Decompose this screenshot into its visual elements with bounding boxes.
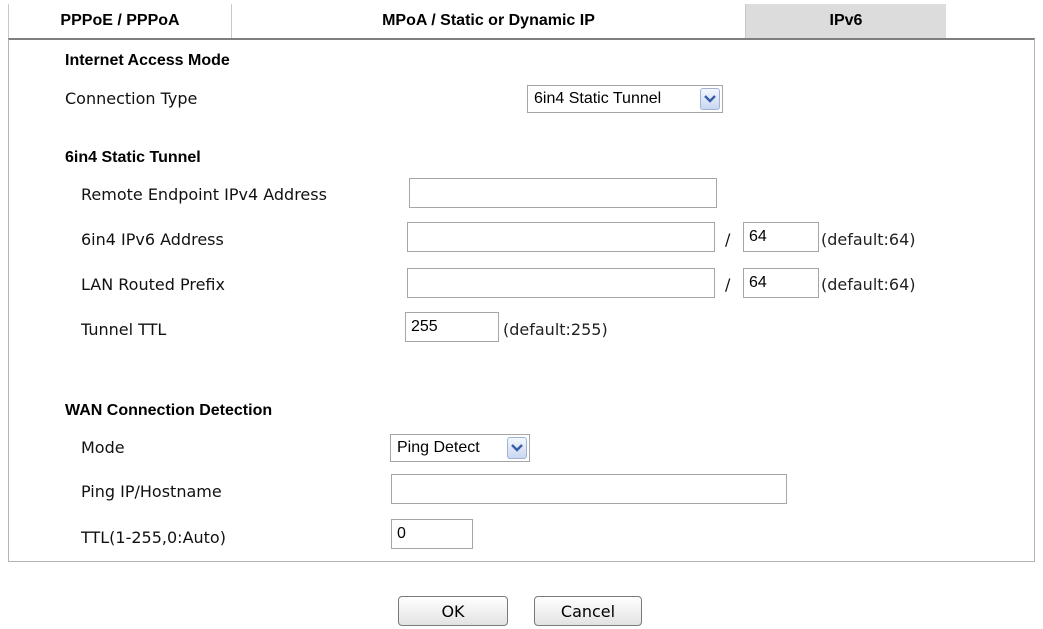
- tunnel-ttl-default-hint: (default:255): [503, 320, 608, 339]
- connection-type-label: Connection Type: [65, 89, 198, 108]
- lan-prefix-default-hint: (default:64): [821, 275, 916, 294]
- ipv6-address-input[interactable]: [407, 222, 715, 252]
- ping-host-label: Ping IP/Hostname: [81, 482, 222, 501]
- connection-type-value: 6in4 Static Tunnel: [534, 90, 662, 107]
- detection-mode-value: Ping Detect: [397, 439, 480, 456]
- tab-pppoe-pppoa[interactable]: PPPoE / PPPoA: [8, 4, 232, 38]
- internet-access-mode-heading: Internet Access Mode: [65, 52, 230, 69]
- detection-mode-select[interactable]: Ping Detect: [390, 434, 530, 462]
- ipv6-address-label: 6in4 IPv6 Address: [81, 230, 224, 249]
- ping-host-input[interactable]: [391, 474, 787, 504]
- ipv6-prefix-length-input[interactable]: [743, 222, 819, 252]
- remote-endpoint-label: Remote Endpoint IPv4 Address: [81, 185, 327, 204]
- tunnel-ttl-label: Tunnel TTL: [81, 320, 167, 339]
- remote-endpoint-input[interactable]: [409, 178, 717, 208]
- ok-button[interactable]: OK: [398, 596, 508, 626]
- lan-prefix-length-input[interactable]: [743, 268, 819, 298]
- cancel-button[interactable]: Cancel: [534, 596, 642, 626]
- tab-mpoa-static-dynamic[interactable]: MPoA / Static or Dynamic IP: [232, 4, 746, 38]
- detection-ttl-label: TTL(1-255,0:Auto): [81, 528, 226, 547]
- ipv6-prefix-default-hint: (default:64): [821, 230, 916, 249]
- connection-type-select[interactable]: 6in4 Static Tunnel: [527, 85, 723, 113]
- detection-mode-label: Mode: [81, 438, 125, 457]
- lan-prefix-input[interactable]: [407, 268, 715, 298]
- lan-prefix-slash: /: [725, 275, 731, 294]
- ipv6-settings-panel: Internet Access Mode Connection Type 6in…: [8, 38, 1035, 562]
- static-tunnel-heading: 6in4 Static Tunnel: [65, 149, 201, 166]
- tunnel-ttl-input[interactable]: [405, 312, 499, 342]
- detection-ttl-input[interactable]: [391, 519, 473, 549]
- tab-ipv6[interactable]: IPv6: [746, 4, 946, 38]
- tab-bar: PPPoE / PPPoA MPoA / Static or Dynamic I…: [8, 4, 946, 38]
- ipv6-address-slash: /: [725, 230, 731, 249]
- lan-prefix-label: LAN Routed Prefix: [81, 275, 225, 294]
- wan-detection-heading: WAN Connection Detection: [65, 402, 273, 419]
- chevron-down-icon: [507, 437, 527, 459]
- chevron-down-icon: [700, 88, 720, 110]
